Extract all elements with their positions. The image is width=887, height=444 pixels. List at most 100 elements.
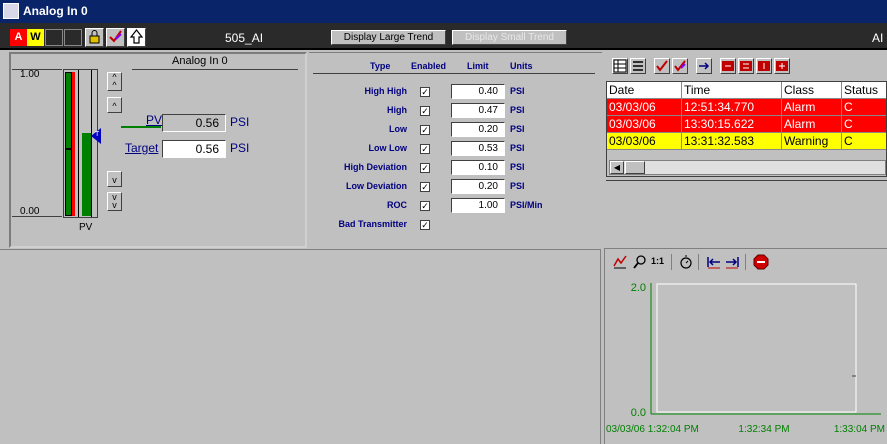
ack-selected-button[interactable] [654, 58, 670, 74]
title-bar: Analog In 0 [0, 0, 887, 23]
up-arrow-button[interactable] [127, 28, 146, 47]
limit-enabled-high[interactable]: ✓ [420, 106, 430, 116]
stop-sign-icon [753, 254, 769, 270]
arrow-to-start-icon [707, 257, 720, 269]
trend-config-icon [613, 255, 627, 269]
alarm-row-2-status[interactable]: C [842, 116, 886, 133]
limit-marker-bar [72, 72, 75, 216]
lock-button[interactable] [85, 28, 104, 47]
limit-type-low-low: Low Low [368, 143, 408, 153]
limit-enabled-high-deviation[interactable]: ✓ [420, 163, 430, 173]
alarm-row-3-status[interactable]: C [842, 133, 886, 150]
alarm-row-3-class[interactable]: Warning [782, 133, 842, 150]
alarm-indicator[interactable]: A [10, 29, 27, 46]
limit-enabled-low[interactable]: ✓ [420, 125, 430, 135]
lock-icon [89, 30, 100, 44]
alarm-row-1-class[interactable]: Alarm [782, 99, 842, 116]
high-alarm-band [66, 73, 71, 148]
goto-button[interactable] [696, 58, 712, 74]
sort-second-button[interactable] [738, 58, 754, 74]
display-large-trend-button[interactable]: Display Large Trend [331, 30, 446, 45]
trend-y-max-label: 2.0 [631, 282, 646, 294]
pv-unit: PSI [230, 115, 250, 129]
limit-enabled-low-deviation[interactable]: ✓ [420, 182, 430, 192]
alarm-header-date[interactable]: Date [607, 82, 682, 99]
stopwatch-icon [680, 255, 692, 269]
stop-trend-button[interactable] [753, 254, 769, 270]
target-value-field[interactable]: 0.56 [162, 140, 226, 158]
limit-units-roc: PSI/Min [510, 200, 543, 210]
scroll-thumb[interactable] [625, 161, 645, 174]
alarm-row-3-time[interactable]: 13:31:32.583 [682, 133, 782, 150]
list-icon [633, 61, 643, 71]
limit-units-low: PSI [510, 124, 525, 134]
sort-first-button[interactable] [720, 58, 736, 74]
check-red-icon [656, 60, 668, 72]
alarm-row-1-status[interactable]: C [842, 99, 886, 116]
limits-header-type: Type [370, 61, 391, 71]
arrow-right-icon [699, 62, 710, 70]
scroll-back-button[interactable] [706, 254, 722, 270]
scale-max-label: 1.00 [20, 69, 40, 80]
increase-button[interactable]: ^ [107, 97, 122, 113]
limit-value-low[interactable]: 0.20 [451, 122, 505, 137]
limit-enabled-roc[interactable]: ✓ [420, 201, 430, 211]
limit-enabled-high-high[interactable]: ✓ [420, 87, 430, 97]
limit-value-high-high[interactable]: 0.40 [451, 84, 505, 99]
limit-type-low: Low [389, 124, 407, 134]
limit-value-high[interactable]: 0.47 [451, 103, 505, 118]
alarm-grid-scrollbar[interactable]: ◀ [609, 160, 886, 175]
limit-value-low-low[interactable]: 0.53 [451, 141, 505, 156]
limit-type-roc: ROC [387, 200, 407, 210]
alarm-grid: Date Time Class Status 03/03/06 12:51:34… [606, 81, 887, 177]
alarm-header-time[interactable]: Time [682, 82, 782, 99]
trend-separator-2 [698, 254, 699, 270]
scroll-left-button[interactable]: ◀ [610, 161, 624, 174]
limit-units-high-high: PSI [510, 86, 525, 96]
check-list-icon [109, 30, 122, 43]
trend-x-label-end: 1:33:04 PM [834, 424, 885, 435]
limit-enabled-bad-transmitter[interactable]: ✓ [420, 220, 430, 230]
limit-value-roc[interactable]: 1.00 [451, 198, 505, 213]
limit-value-low-deviation[interactable]: 0.20 [451, 179, 505, 194]
toolbar-right-label: AI [872, 31, 884, 45]
acknowledge-button[interactable] [106, 28, 125, 47]
zoom-button[interactable] [632, 254, 648, 270]
trend-chart[interactable]: 2.0 0.0 03/03/06 1:32:04 PM 1:32:34 PM 1… [604, 274, 887, 444]
limit-type-high-deviation: High Deviation [343, 162, 407, 172]
limits-header-underline [313, 73, 595, 74]
sort-third-button[interactable] [756, 58, 772, 74]
zoom-reset-button[interactable]: 1:1 [651, 256, 664, 266]
ack-all-button[interactable] [672, 58, 688, 74]
pv-label: PV [146, 113, 163, 127]
target-label[interactable]: Target [125, 141, 158, 155]
timer-button[interactable] [678, 254, 694, 270]
limits-header-units: Units [510, 61, 533, 71]
sort-fourth-button[interactable] [774, 58, 790, 74]
limit-units-high-deviation: PSI [510, 162, 525, 172]
alarm-row-3-date[interactable]: 03/03/06 [607, 133, 682, 150]
trend-config-button[interactable] [612, 254, 628, 270]
fast-decrease-button[interactable]: vv [107, 192, 122, 211]
limit-enabled-low-low[interactable]: ✓ [420, 144, 430, 154]
alarm-row-2-time[interactable]: 13:30:15.622 [682, 116, 782, 133]
alarm-header-status[interactable]: Status [842, 82, 886, 99]
check-red-all-icon [674, 60, 686, 72]
alarm-row-1-time[interactable]: 12:51:34.770 [682, 99, 782, 116]
alarm-row-1-date[interactable]: 03/03/06 [607, 99, 682, 116]
limits-header-enabled: Enabled [411, 61, 447, 71]
list-view-button[interactable] [630, 58, 646, 74]
limit-value-high-deviation[interactable]: 0.10 [451, 160, 505, 175]
alarm-row-2-class[interactable]: Alarm [782, 116, 842, 133]
target-marker-label: T [95, 131, 100, 138]
grid-view-button[interactable] [612, 58, 628, 74]
alarm-row-2-date[interactable]: 03/03/06 [607, 116, 682, 133]
decrease-button[interactable]: v [107, 171, 122, 187]
fast-increase-button[interactable]: ^ ^ [107, 72, 122, 91]
warning-indicator[interactable]: W [27, 29, 44, 46]
alarm-header-class[interactable]: Class [782, 82, 842, 99]
faceplate-title-underline [132, 69, 298, 70]
scroll-forward-button[interactable] [724, 254, 740, 270]
lower-panel [0, 249, 601, 444]
scale-bottom-line [12, 216, 62, 217]
